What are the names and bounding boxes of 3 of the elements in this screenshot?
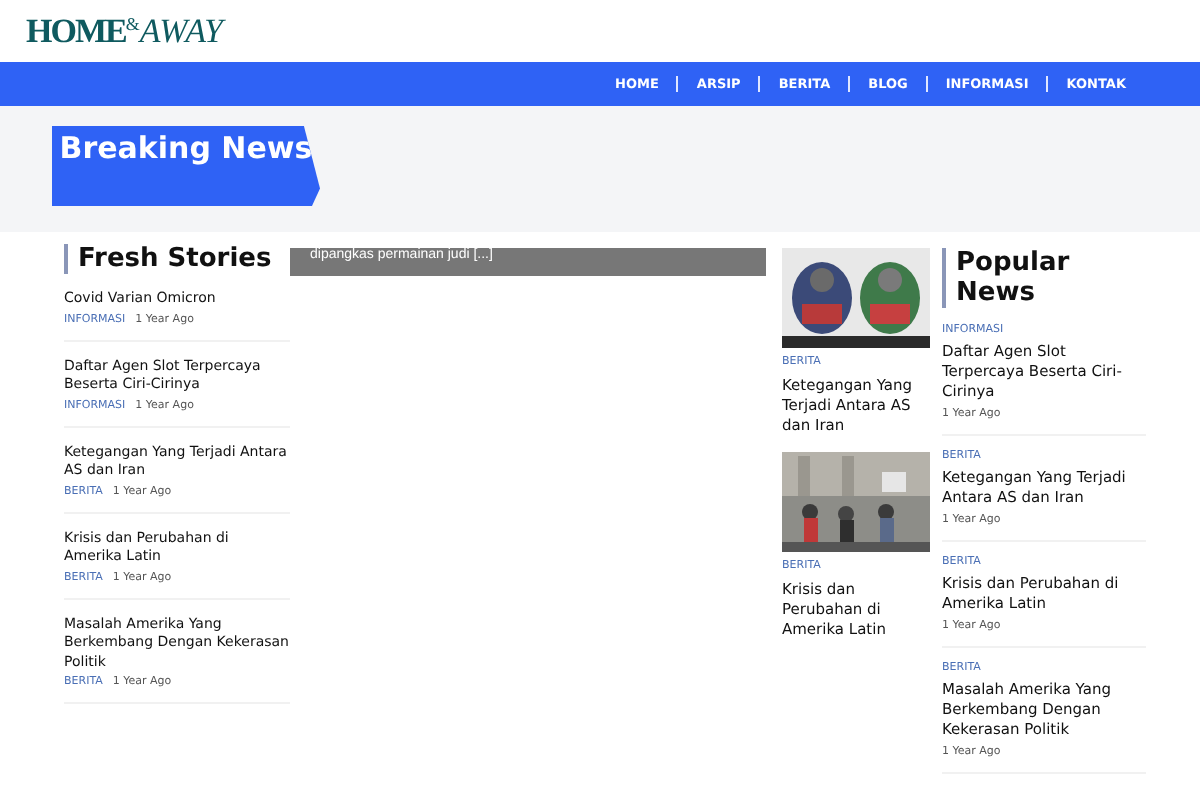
site-logo[interactable]: HOME&AWAY bbox=[26, 14, 223, 48]
breaking-news-label: Breaking News bbox=[52, 126, 320, 206]
section-heading: Popular News bbox=[942, 248, 1146, 308]
